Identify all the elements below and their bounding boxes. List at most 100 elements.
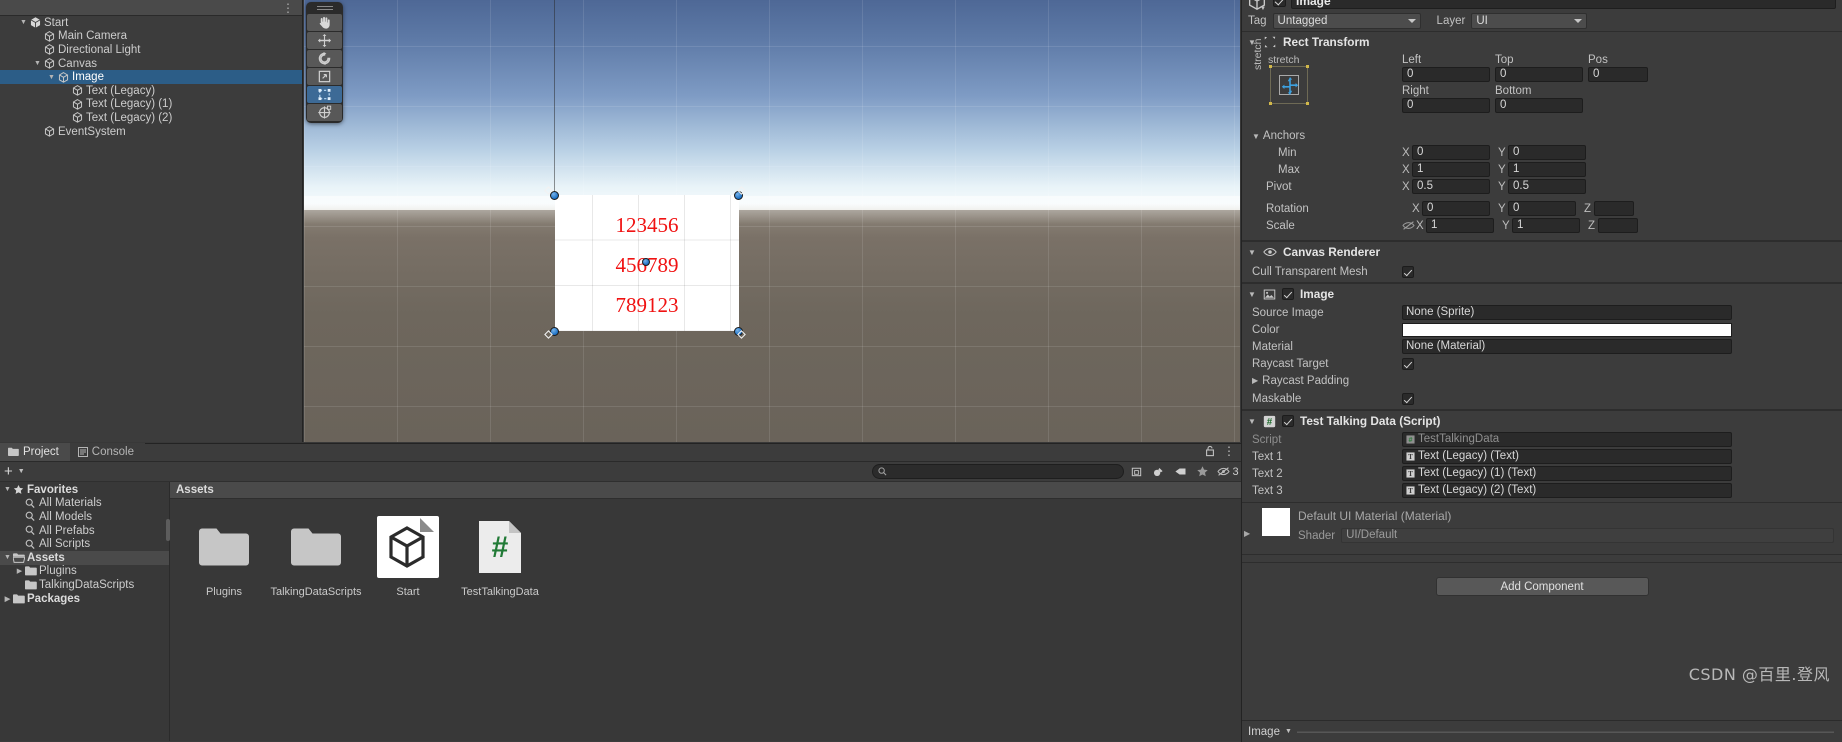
layer-dropdown[interactable]: UI [1471, 12, 1588, 29]
hand-tool[interactable] [307, 13, 342, 31]
hierarchy-twisty-icon[interactable]: ▶ [60, 100, 71, 108]
project-tree-twisty-icon[interactable]: ▶ [14, 567, 25, 575]
project-tree-twisty-icon[interactable]: ▶ [14, 581, 25, 589]
hierarchy-twisty-icon[interactable]: ▶ [32, 32, 43, 40]
hierarchy-twisty-icon[interactable]: ▼ [18, 19, 29, 26]
hierarchy-kebab-icon[interactable]: ⋮ [282, 1, 294, 15]
pivot-handle[interactable] [642, 258, 650, 266]
hierarchy-item-text-legacy-2[interactable]: ▶ Text (Legacy) (2) [0, 111, 302, 125]
hierarchy-item-text-legacy-1[interactable]: ▶ Text (Legacy) (1) [0, 98, 302, 112]
project-tree-item-plugins[interactable]: ▶ Plugins [0, 565, 169, 579]
search-input[interactable] [872, 464, 1124, 479]
bottom-field[interactable]: 0 [1495, 98, 1583, 113]
raycast-padding-row[interactable]: ▶ Raycast Padding [1242, 372, 1842, 389]
color-swatch[interactable] [1402, 322, 1732, 337]
project-tree-twisty-icon[interactable]: ▶ [14, 513, 25, 521]
asset-item-start[interactable]: Start [362, 516, 454, 598]
hierarchy-item-text-legacy[interactable]: ▶ Text (Legacy) [0, 84, 302, 98]
hierarchy-twisty-icon[interactable]: ▶ [32, 46, 43, 54]
material-field[interactable]: None (Material) [1402, 339, 1732, 354]
hierarchy-item-directional-light[interactable]: ▶ Directional Light [0, 43, 302, 57]
project-tree-scrollbar[interactable] [166, 519, 170, 541]
anchor-preset-button[interactable] [1269, 65, 1309, 105]
rect-tool[interactable] [307, 85, 342, 103]
image-enabled-checkbox[interactable] [1282, 288, 1294, 300]
rotation-x-field[interactable]: 0 [1422, 201, 1490, 216]
anchor-min-x-field[interactable]: 0 [1412, 145, 1490, 160]
script-component-header[interactable]: ▼ # Test Talking Data (Script) [1242, 410, 1842, 431]
top-field[interactable]: 0 [1495, 67, 1583, 82]
gameobject-active-checkbox[interactable] [1273, 0, 1286, 7]
cull-transparent-mesh-checkbox[interactable] [1402, 266, 1414, 278]
right-field[interactable]: 0 [1402, 98, 1490, 113]
project-tree-item-all-materials[interactable]: ▶ All Materials [0, 497, 169, 511]
create-asset-button[interactable]: + [4, 464, 13, 479]
anchors-foldout-icon[interactable]: ▼ [1252, 132, 1260, 141]
project-tree-item-all-models[interactable]: ▶ All Models [0, 510, 169, 524]
asset-item-testtalkingdata[interactable]: # TestTalkingData [454, 516, 546, 598]
lock-icon[interactable] [1205, 445, 1215, 457]
tool-palette-grip[interactable] [307, 3, 342, 13]
asset-item-plugins[interactable]: Plugins [178, 516, 270, 598]
scene-view[interactable]: 123456 456789 789123 [304, 0, 1240, 442]
script-field-value-1[interactable]: T Text (Legacy) (Text) [1402, 449, 1732, 464]
canvas-renderer-header[interactable]: ▼ Canvas Renderer [1242, 241, 1842, 262]
hierarchy-twisty-icon[interactable]: ▼ [46, 74, 57, 81]
image-foldout-icon[interactable]: ▼ [1247, 290, 1257, 299]
raycast-padding-foldout-icon[interactable]: ▶ [1252, 376, 1258, 385]
rotation-y-field[interactable]: 0 [1508, 201, 1576, 216]
transform-tool[interactable] [307, 103, 342, 121]
project-tree-twisty-icon[interactable]: ▶ [14, 499, 25, 507]
project-tree-item-all-prefabs[interactable]: ▶ All Prefabs [0, 524, 169, 538]
constrain-proportions-icon[interactable] [1402, 220, 1415, 231]
anchors-foldout-row[interactable]: ▼ Anchors [1242, 128, 1842, 144]
hierarchy-item-eventsystem[interactable]: ▶ EventSystem [0, 125, 302, 139]
rotate-tool[interactable] [307, 49, 342, 67]
script-field-value-2[interactable]: T Text (Legacy) (1) (Text) [1402, 466, 1732, 481]
project-tree-item-favorites[interactable]: ▼ Favorites [0, 483, 169, 497]
raycast-target-checkbox[interactable] [1402, 357, 1414, 370]
tab-console[interactable]: Console [69, 443, 145, 461]
script-enabled-checkbox[interactable] [1282, 415, 1294, 427]
material-preview-foldout-icon[interactable]: ▶ [1244, 529, 1250, 538]
pivot-y-field[interactable]: 0.5 [1508, 179, 1586, 194]
type-filter-icon[interactable] [1149, 464, 1168, 479]
source-image-field[interactable]: None (Sprite) [1402, 305, 1732, 320]
image-component-header[interactable]: ▼ Image [1242, 283, 1842, 304]
save-search-icon[interactable] [1127, 464, 1146, 479]
move-tool[interactable] [307, 31, 342, 49]
hierarchy-item-main-camera[interactable]: ▶ Main Camera [0, 30, 302, 44]
left-field[interactable]: 0 [1402, 67, 1490, 82]
hierarchy-item-start[interactable]: ▼ Start [0, 16, 302, 30]
tag-dropdown[interactable]: Untagged [1272, 12, 1421, 29]
script-field-value-3[interactable]: T Text (Legacy) (2) (Text) [1402, 483, 1732, 498]
project-tree-twisty-icon[interactable]: ▼ [2, 486, 13, 493]
scale-tool[interactable] [307, 67, 342, 85]
project-tree-item-talkingdatascripts[interactable]: ▶ TalkingDataScripts [0, 578, 169, 592]
project-tree-item-assets[interactable]: ▼ Assets [0, 550, 169, 565]
create-asset-caret-icon[interactable]: ▼ [18, 468, 25, 475]
project-kebab-icon[interactable]: ⋮ [1223, 445, 1235, 457]
anchor-min-y-field[interactable]: 0 [1508, 145, 1586, 160]
rect-transform-header[interactable]: ▼ Rect Transform [1242, 31, 1842, 52]
posz-field[interactable]: 0 [1588, 67, 1648, 82]
favorite-icon[interactable] [1193, 464, 1212, 479]
hierarchy-twisty-icon[interactable]: ▼ [32, 60, 43, 67]
hierarchy-item-image[interactable]: ▼ Image [0, 70, 302, 84]
tab-project[interactable]: Project [0, 443, 70, 461]
scene-tool-palette[interactable] [306, 2, 343, 123]
inspector-footer-caret-icon[interactable]: ▼ [1285, 728, 1292, 735]
canvas-renderer-foldout-icon[interactable]: ▼ [1247, 248, 1257, 257]
maskable-checkbox[interactable] [1402, 393, 1414, 405]
pivot-x-field[interactable]: 0.5 [1412, 179, 1490, 194]
hierarchy-item-canvas[interactable]: ▼ Canvas [0, 57, 302, 71]
project-tree-twisty-icon[interactable]: ▶ [14, 527, 25, 535]
scale-y-field[interactable]: 1 [1512, 218, 1580, 233]
shader-field[interactable]: UI/Default [1341, 528, 1834, 543]
hierarchy-twisty-icon[interactable]: ▶ [60, 87, 71, 95]
object-name-field[interactable]: Image [1291, 0, 1836, 9]
scale-x-field[interactable]: 1 [1426, 218, 1494, 233]
project-tree-twisty-icon[interactable]: ▼ [2, 554, 13, 561]
project-tree-twisty-icon[interactable]: ▶ [2, 595, 13, 603]
hidden-packages-icon[interactable]: 3 [1215, 464, 1241, 479]
